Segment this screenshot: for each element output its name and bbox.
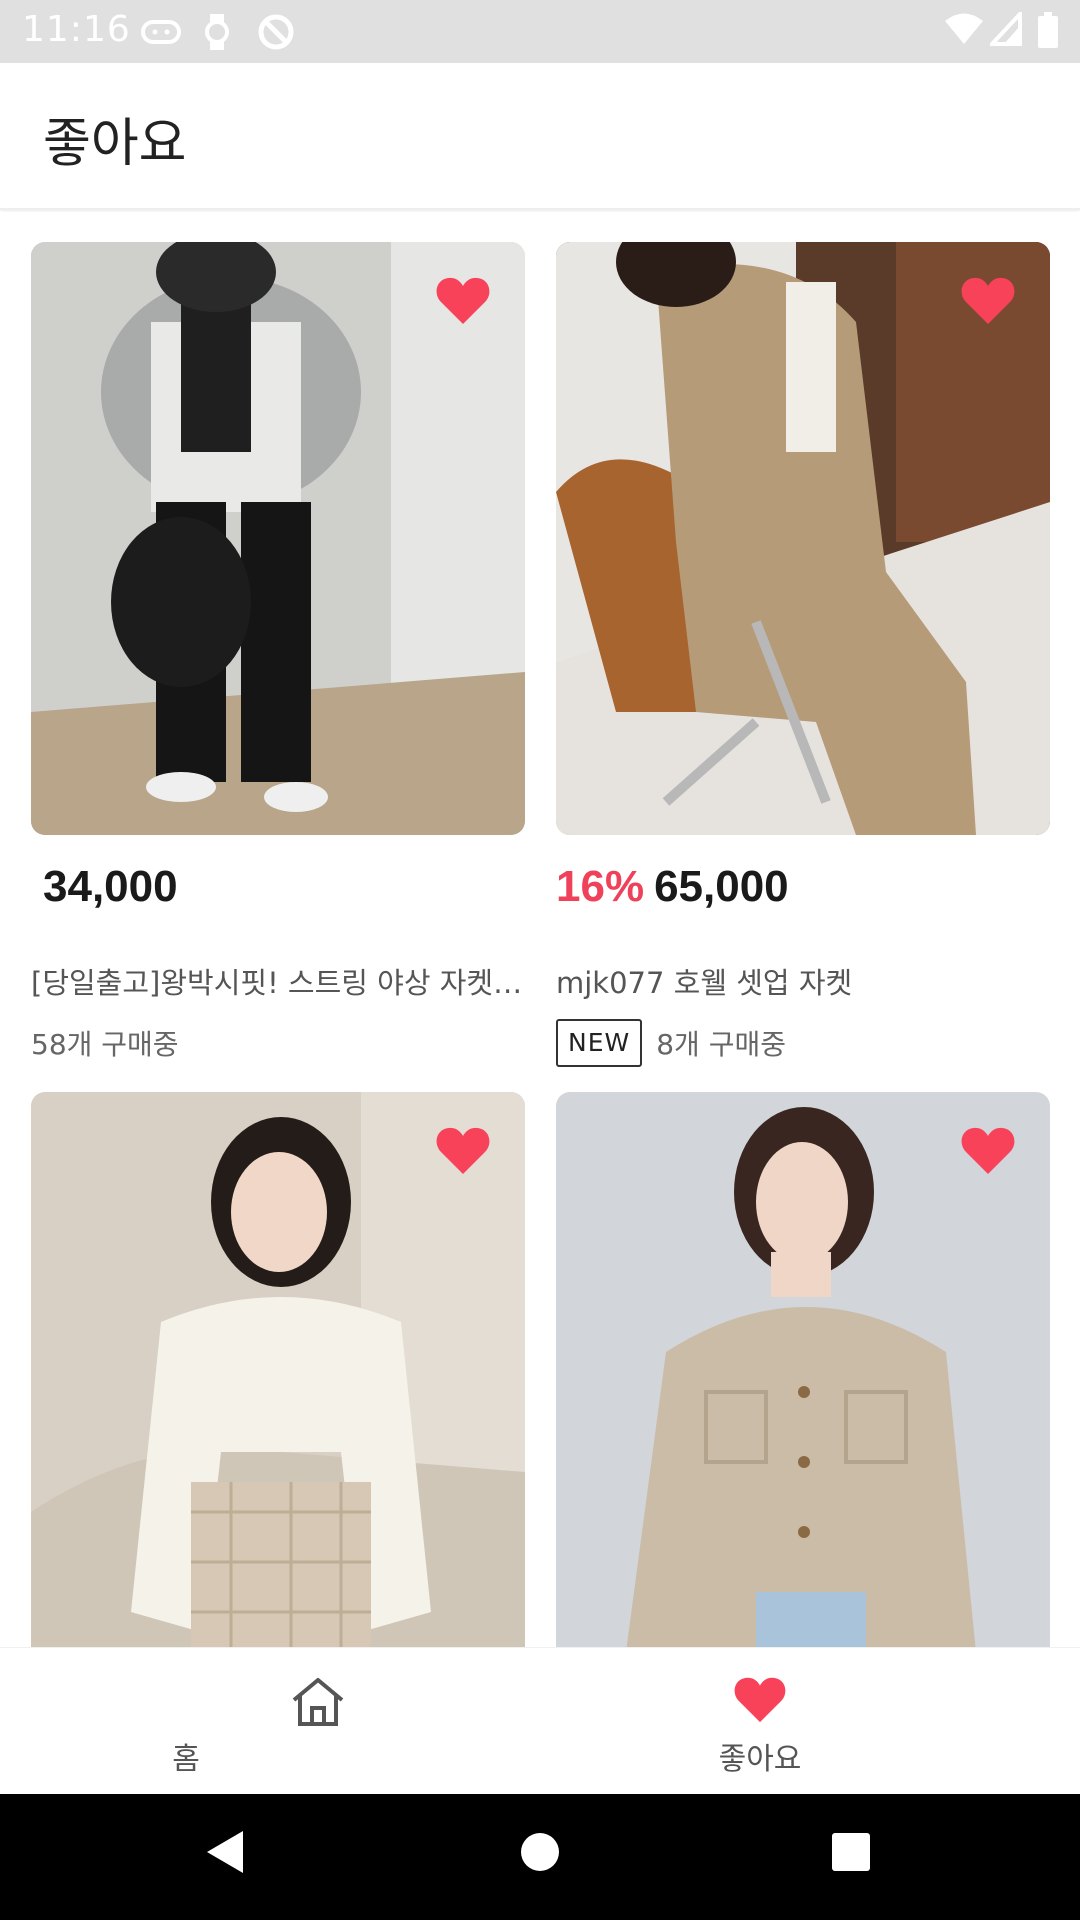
new-badge: NEW xyxy=(556,1019,643,1067)
product-card[interactable]: 16% 65,000 mjk077 호웰 셋업 자켓 NEW 8개 구매중 xyxy=(556,242,1050,1067)
heart-icon xyxy=(734,1677,786,1723)
recents-icon[interactable] xyxy=(830,1829,872,1875)
bottom-navigation: 홈 좋아요 xyxy=(0,1647,1080,1794)
page-title: 좋아요 xyxy=(43,114,187,174)
game-controller-icon xyxy=(141,20,181,44)
product-photo xyxy=(31,242,525,835)
like-heart-icon[interactable] xyxy=(435,276,491,326)
nav-item-likes[interactable]: 좋아요 xyxy=(490,1648,1030,1795)
sync-icon xyxy=(258,14,294,50)
product-image[interactable] xyxy=(556,242,1050,835)
home-icon xyxy=(292,1678,344,1726)
liked-products-grid[interactable]: 34,000 [당일출고]왕박시핏! 스트링 야상 자켓;2... 58개 구매… xyxy=(0,212,1080,1647)
product-meta: 58개 구매중 xyxy=(31,1018,179,1068)
back-icon[interactable] xyxy=(205,1829,245,1875)
nav-label-likes: 좋아요 xyxy=(718,1742,802,1777)
product-price: 34,000 xyxy=(43,862,178,911)
like-heart-icon[interactable] xyxy=(960,276,1016,326)
product-photo xyxy=(556,242,1050,835)
system-navigation-bar xyxy=(0,1794,1080,1920)
screen: 11:16 좋아요 34,000 [당일출고]왕박시핏! 스트링 야상 자켓;2… xyxy=(0,0,1080,1920)
like-heart-icon[interactable] xyxy=(960,1126,1016,1176)
status-bar: 11:16 xyxy=(0,0,1080,63)
product-meta: NEW 8개 구매중 xyxy=(556,1018,786,1068)
product-image[interactable] xyxy=(556,1092,1050,1647)
like-heart-icon[interactable] xyxy=(435,1126,491,1176)
buyer-count: 8개 구매중 xyxy=(656,1028,786,1061)
product-image[interactable] xyxy=(31,242,525,835)
product-image[interactable] xyxy=(31,1092,525,1647)
signal-icon xyxy=(990,12,1022,46)
product-card[interactable]: 34,000 [당일출고]왕박시핏! 스트링 야상 자켓;2... 58개 구매… xyxy=(31,242,525,1061)
battery-icon xyxy=(1038,12,1058,48)
product-card[interactable] xyxy=(556,1092,1050,1647)
price-row: 16% 65,000 xyxy=(556,862,789,922)
product-card[interactable] xyxy=(31,1092,525,1647)
price-row: 34,000 xyxy=(43,862,178,922)
status-time: 11:16 xyxy=(22,9,131,50)
discount-rate: 16% xyxy=(556,862,645,911)
product-name[interactable]: mjk077 호웰 셋업 자켓 xyxy=(556,960,1050,1002)
product-price: 65,000 xyxy=(654,862,789,911)
watch-icon xyxy=(205,14,229,50)
home-circle-icon[interactable] xyxy=(520,1829,560,1875)
buyer-count: 58개 구매중 xyxy=(31,1028,179,1061)
app-bar: 좋아요 xyxy=(0,63,1080,210)
wifi-icon xyxy=(945,13,983,44)
product-name[interactable]: [당일출고]왕박시핏! 스트링 야상 자켓;2... xyxy=(31,960,525,1002)
